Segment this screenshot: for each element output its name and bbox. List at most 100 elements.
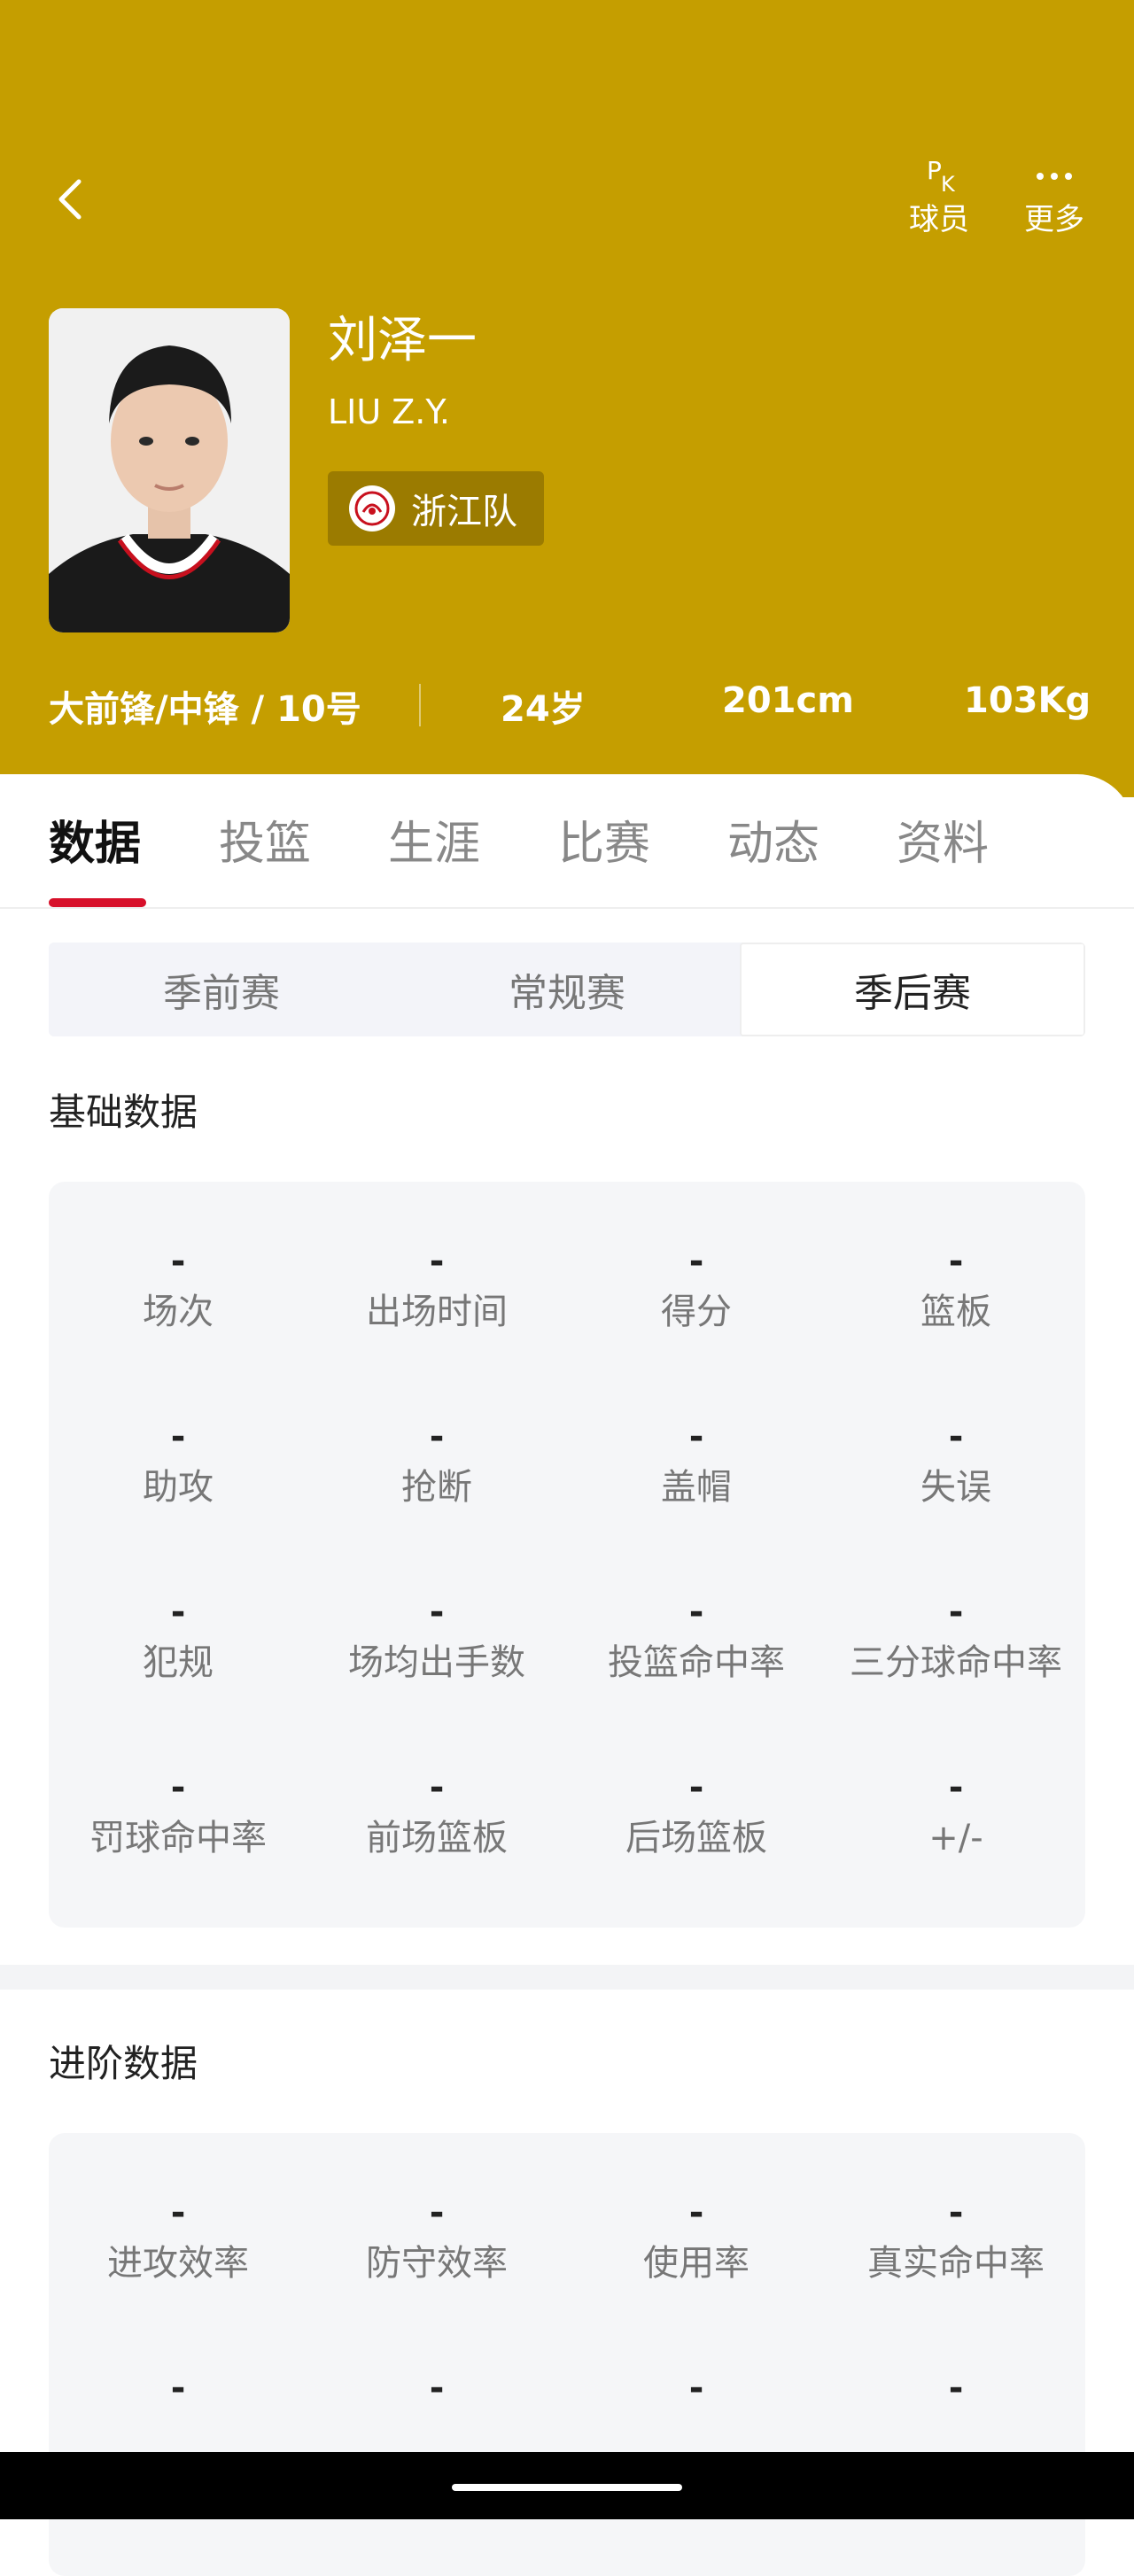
stat-value: - xyxy=(948,1241,964,1282)
stat-fouls: - 犯规 xyxy=(49,1586,307,1687)
tab-games[interactable]: 比赛 xyxy=(558,806,650,873)
stat-value: - xyxy=(170,1592,186,1633)
stat-label: 真实命中率 xyxy=(867,2243,1045,2284)
stat-value: - xyxy=(429,2368,445,2409)
stat-games: - 场次 xyxy=(49,1235,307,1336)
stat-steals: - 抢断 xyxy=(307,1410,566,1511)
player-avatar xyxy=(49,308,290,632)
stat-label: 防守效率 xyxy=(366,2243,508,2284)
content-panel: 数据 投篮 生涯 比赛 动态 资料 季前赛 常规赛 季后赛 基础数据 - 场次 … xyxy=(0,774,1134,2576)
season-regular[interactable]: 常规赛 xyxy=(394,943,740,1036)
stat-rebounds: - 篮板 xyxy=(827,1235,1085,1336)
stat-advanced-6: - xyxy=(307,2362,566,2415)
stat-value: - xyxy=(429,2192,445,2233)
stat-minutes: - 出场时间 xyxy=(307,1235,566,1336)
stat-label: 使用率 xyxy=(643,2243,750,2284)
player-height: 201cm xyxy=(722,680,854,721)
stat-true-shooting: - 真实命中率 xyxy=(827,2186,1085,2287)
stat-label: 三分球命中率 xyxy=(850,1642,1062,1683)
stat-value: - xyxy=(948,1416,964,1457)
stat-label: +/- xyxy=(928,1818,983,1858)
stat-value: - xyxy=(429,1767,445,1808)
stat-ft-pct: - 罚球命中率 xyxy=(49,1761,307,1862)
player-weight: 103Kg xyxy=(964,680,1091,721)
main-tabs: 数据 投篮 生涯 比赛 动态 资料 xyxy=(0,774,1134,909)
more-icon xyxy=(1001,151,1107,202)
stat-off-rebounds: - 前场篮板 xyxy=(307,1761,566,1862)
tab-profile[interactable]: 资料 xyxy=(897,806,989,873)
pk-player-button[interactable]: P K 球员 xyxy=(886,151,992,237)
stat-assists: - 助攻 xyxy=(49,1410,307,1511)
player-name-en: LIU Z.Y. xyxy=(328,392,450,431)
section-divider xyxy=(0,1965,1134,1990)
stat-value: - xyxy=(688,1241,704,1282)
stat-value: - xyxy=(948,2368,964,2409)
team-chip[interactable]: 浙江队 xyxy=(328,471,544,546)
stat-value: - xyxy=(429,1241,445,1282)
stat-value: - xyxy=(170,1241,186,1282)
stat-label: 场均出手数 xyxy=(348,1642,525,1683)
season-type-selector: 季前赛 常规赛 季后赛 xyxy=(49,943,1085,1036)
stat-value: - xyxy=(688,1767,704,1808)
stat-advanced-5: - xyxy=(49,2362,307,2415)
home-indicator[interactable] xyxy=(452,2484,682,2491)
stat-label: 得分 xyxy=(661,1292,732,1332)
stat-label: 犯规 xyxy=(143,1642,214,1683)
stat-label: 前场篮板 xyxy=(366,1818,508,1858)
position-number: 大前锋/中锋 / 10号 xyxy=(49,689,361,730)
stat-label: 进攻效率 xyxy=(107,2243,249,2284)
stat-value: - xyxy=(170,2192,186,2233)
stat-value: - xyxy=(688,1592,704,1633)
player-age: 24岁 xyxy=(501,689,586,730)
stat-def-rebounds: - 后场篮板 xyxy=(567,1761,826,1862)
stat-label: 抢断 xyxy=(401,1467,472,1508)
stat-label: 盖帽 xyxy=(661,1467,732,1508)
stat-value: - xyxy=(948,1767,964,1808)
back-button[interactable] xyxy=(49,173,93,226)
stat-label: 投篮命中率 xyxy=(608,1642,785,1683)
stat-value: - xyxy=(688,2192,704,2233)
pk-icon: P K xyxy=(886,151,992,202)
player-name-cn: 刘泽一 xyxy=(328,312,477,369)
stat-label: 失误 xyxy=(920,1467,991,1508)
info-divider xyxy=(419,684,421,726)
more-button[interactable]: 更多 xyxy=(1001,151,1107,237)
basic-stats-title: 基础数据 xyxy=(49,1090,198,1134)
stat-label: 后场篮板 xyxy=(625,1818,767,1858)
chevron-left-icon xyxy=(58,179,82,220)
svg-text:P: P xyxy=(927,156,942,185)
stat-label: 罚球命中率 xyxy=(89,1818,267,1858)
stat-def-rating: - 防守效率 xyxy=(307,2186,566,2287)
advanced-stats-title: 进阶数据 xyxy=(49,2042,198,2085)
more-label: 更多 xyxy=(1024,202,1084,237)
stat-value: - xyxy=(688,1416,704,1457)
stat-off-rating: - 进攻效率 xyxy=(49,2186,307,2287)
tab-career[interactable]: 生涯 xyxy=(388,806,480,873)
tab-shooting[interactable]: 投篮 xyxy=(219,806,311,873)
stat-value: - xyxy=(170,2368,186,2409)
stat-label: 助攻 xyxy=(143,1467,214,1508)
team-name: 浙江队 xyxy=(411,492,517,532)
stat-label: 篮板 xyxy=(920,1292,991,1332)
tab-news[interactable]: 动态 xyxy=(727,806,819,873)
season-playoffs[interactable]: 季后赛 xyxy=(740,943,1085,1036)
player-info-row: 大前锋/中锋 / 10号 24岁 201cm 103Kg xyxy=(0,673,1134,735)
stat-plus-minus: - +/- xyxy=(827,1761,1085,1862)
stat-value: - xyxy=(688,2368,704,2409)
stat-value: - xyxy=(429,1592,445,1633)
tab-data[interactable]: 数据 xyxy=(49,806,141,873)
stat-value: - xyxy=(170,1416,186,1457)
stat-value: - xyxy=(948,2192,964,2233)
active-tab-indicator xyxy=(49,898,146,907)
stat-advanced-8: - xyxy=(827,2362,1085,2415)
stat-usage-rate: - 使用率 xyxy=(567,2186,826,2287)
stat-label: 出场时间 xyxy=(366,1292,508,1332)
pk-label: 球员 xyxy=(909,202,969,237)
stat-value: - xyxy=(170,1767,186,1808)
season-preseason[interactable]: 季前赛 xyxy=(49,943,394,1036)
stat-fga-per-game: - 场均出手数 xyxy=(307,1586,566,1687)
stat-label: 场次 xyxy=(143,1292,214,1332)
stat-3p-pct: - 三分球命中率 xyxy=(827,1586,1085,1687)
stat-fg-pct: - 投篮命中率 xyxy=(567,1586,826,1687)
basic-stats-card: - 场次 - 出场时间 - 得分 - 篮板 - 助攻 - 抢断 - 盖帽 - 失… xyxy=(49,1182,1085,1928)
